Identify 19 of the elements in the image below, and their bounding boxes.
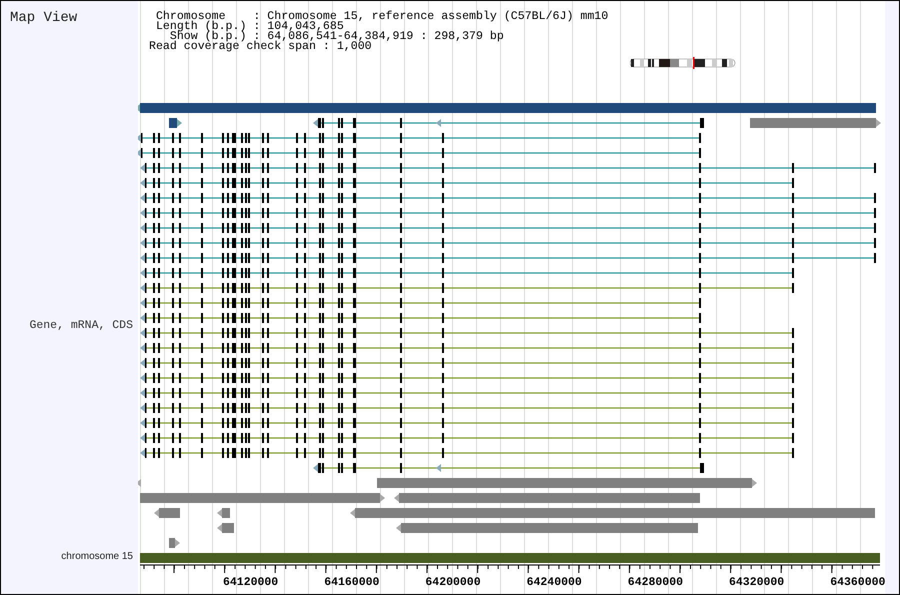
info-line: Chromosome : Chromosome 15, reference assembly (C57BL/6J) mm10 (154, 12, 608, 22)
feature-bar (169, 538, 180, 548)
sequence-label: chromosome 15 (60, 551, 134, 563)
cds-block (169, 118, 182, 128)
axis-label: 64160000 (324, 576, 380, 589)
axis-label: 64320000 (729, 576, 784, 589)
info-line: Read coverage check span : 1,000 (149, 42, 372, 52)
axis-label: 64120000 (223, 576, 278, 589)
feature-bar (154, 508, 180, 518)
panel-title: Map View (9, 9, 78, 26)
axis-label: 64280000 (628, 576, 684, 589)
axis-label: 64240000 (526, 576, 582, 589)
track-label: Gene, mRNA, CDS (28, 319, 134, 333)
feature-bar (217, 508, 230, 518)
info-line: Show (b.p.) : 64,086,541-64,384,919 : 298,379 bp (170, 32, 504, 42)
feature-bar (217, 523, 234, 533)
axis-label: 64360000 (830, 576, 885, 589)
axis-label: 64200000 (425, 576, 481, 589)
info-line: Length (b.p.) : 104,043,685 (154, 22, 344, 32)
